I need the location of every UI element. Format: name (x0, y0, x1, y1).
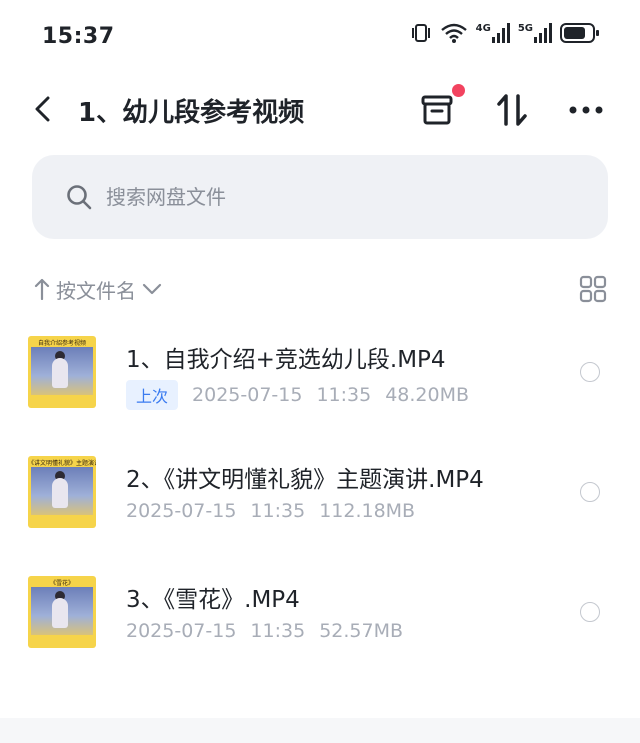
file-time: 11:35 (250, 500, 306, 522)
signal-5g-icon: 5G (518, 23, 552, 43)
notification-dot (452, 84, 465, 97)
signal-4g-icon: 4G (476, 23, 510, 43)
video-thumbnail: 《讲文明懂礼貌》主题演讲 (28, 456, 96, 528)
back-button[interactable] (28, 94, 58, 124)
sort-label: 按文件名 (56, 278, 136, 303)
grid-view-button[interactable] (578, 274, 608, 304)
search-icon (64, 182, 94, 212)
status-bar: 15:37 4G 5G (0, 0, 640, 70)
file-date: 2025-07-15 (126, 620, 237, 642)
file-name: 1、自我介绍+竞选幼儿段.MP4 (126, 347, 446, 373)
sort-selector[interactable]: 按文件名 (34, 272, 162, 306)
thumbnail-person (52, 478, 68, 508)
chevron-down-icon (142, 283, 162, 295)
network-4g-label: 4G (475, 23, 491, 34)
file-size: 52.57MB (319, 620, 404, 642)
chevron-left-icon (35, 96, 50, 122)
page-title: 1、幼儿段参考视频 (78, 98, 305, 128)
wifi-icon (440, 22, 468, 44)
network-5g-label: 5G (517, 23, 533, 34)
video-thumbnail: 《雪花》 (28, 576, 96, 648)
file-list: 自我介绍参考视频 1、自我介绍+竞选幼儿段.MP4 上次 2025-07-15 … (0, 320, 640, 680)
file-size: 112.18MB (319, 500, 416, 522)
search-input[interactable] (104, 184, 548, 210)
file-row[interactable]: 《雪花》 3、《雪花》.MP4 2025-07-15 11:35 52.57MB (0, 560, 640, 680)
grid-icon (579, 275, 607, 303)
vibrate-icon (410, 22, 432, 44)
bottom-area (0, 718, 640, 743)
file-date: 2025-07-15 (192, 384, 303, 406)
status-icons: 4G 5G (410, 22, 600, 44)
status-time: 15:37 (42, 24, 115, 49)
thumbnail-caption: 《雪花》 (49, 580, 74, 587)
file-row[interactable]: 《讲文明懂礼貌》主题演讲 2、《讲文明懂礼貌》主题演讲.MP4 2025-07-… (0, 440, 640, 560)
sort-button[interactable] (492, 90, 532, 130)
last-played-badge: 上次 (126, 380, 179, 410)
file-meta: 2025-07-15 11:35 52.57MB (126, 620, 403, 642)
select-radio[interactable] (580, 482, 600, 502)
file-time: 11:35 (316, 384, 372, 406)
archive-button[interactable] (417, 84, 465, 130)
file-meta: 2025-07-15 11:35 112.18MB (126, 500, 415, 522)
search-bar[interactable] (32, 155, 608, 239)
select-radio[interactable] (580, 602, 600, 622)
more-button[interactable] (566, 90, 606, 130)
file-meta: 上次 2025-07-15 11:35 48.20MB (126, 380, 469, 410)
file-name: 3、《雪花》.MP4 (126, 587, 300, 613)
sort-arrows-icon (497, 94, 527, 126)
archive-icon (421, 95, 453, 125)
file-time: 11:35 (250, 620, 306, 642)
header: 1、幼儿段参考视频 (0, 78, 640, 140)
thumbnail-caption: 自我介绍参考视频 (37, 340, 86, 347)
more-icon (569, 106, 603, 114)
battery-icon (560, 22, 600, 44)
video-thumbnail: 自我介绍参考视频 (28, 336, 96, 408)
thumbnail-person (52, 598, 68, 628)
thumbnail-caption: 《讲文明懂礼貌》主题演讲 (28, 460, 96, 467)
select-radio[interactable] (580, 362, 600, 382)
file-name: 2、《讲文明懂礼貌》主题演讲.MP4 (126, 467, 484, 493)
arrow-up-icon (34, 278, 50, 300)
thumbnail-person (52, 358, 68, 388)
file-row[interactable]: 自我介绍参考视频 1、自我介绍+竞选幼儿段.MP4 上次 2025-07-15 … (0, 320, 640, 440)
file-date: 2025-07-15 (126, 500, 237, 522)
file-size: 48.20MB (385, 384, 470, 406)
